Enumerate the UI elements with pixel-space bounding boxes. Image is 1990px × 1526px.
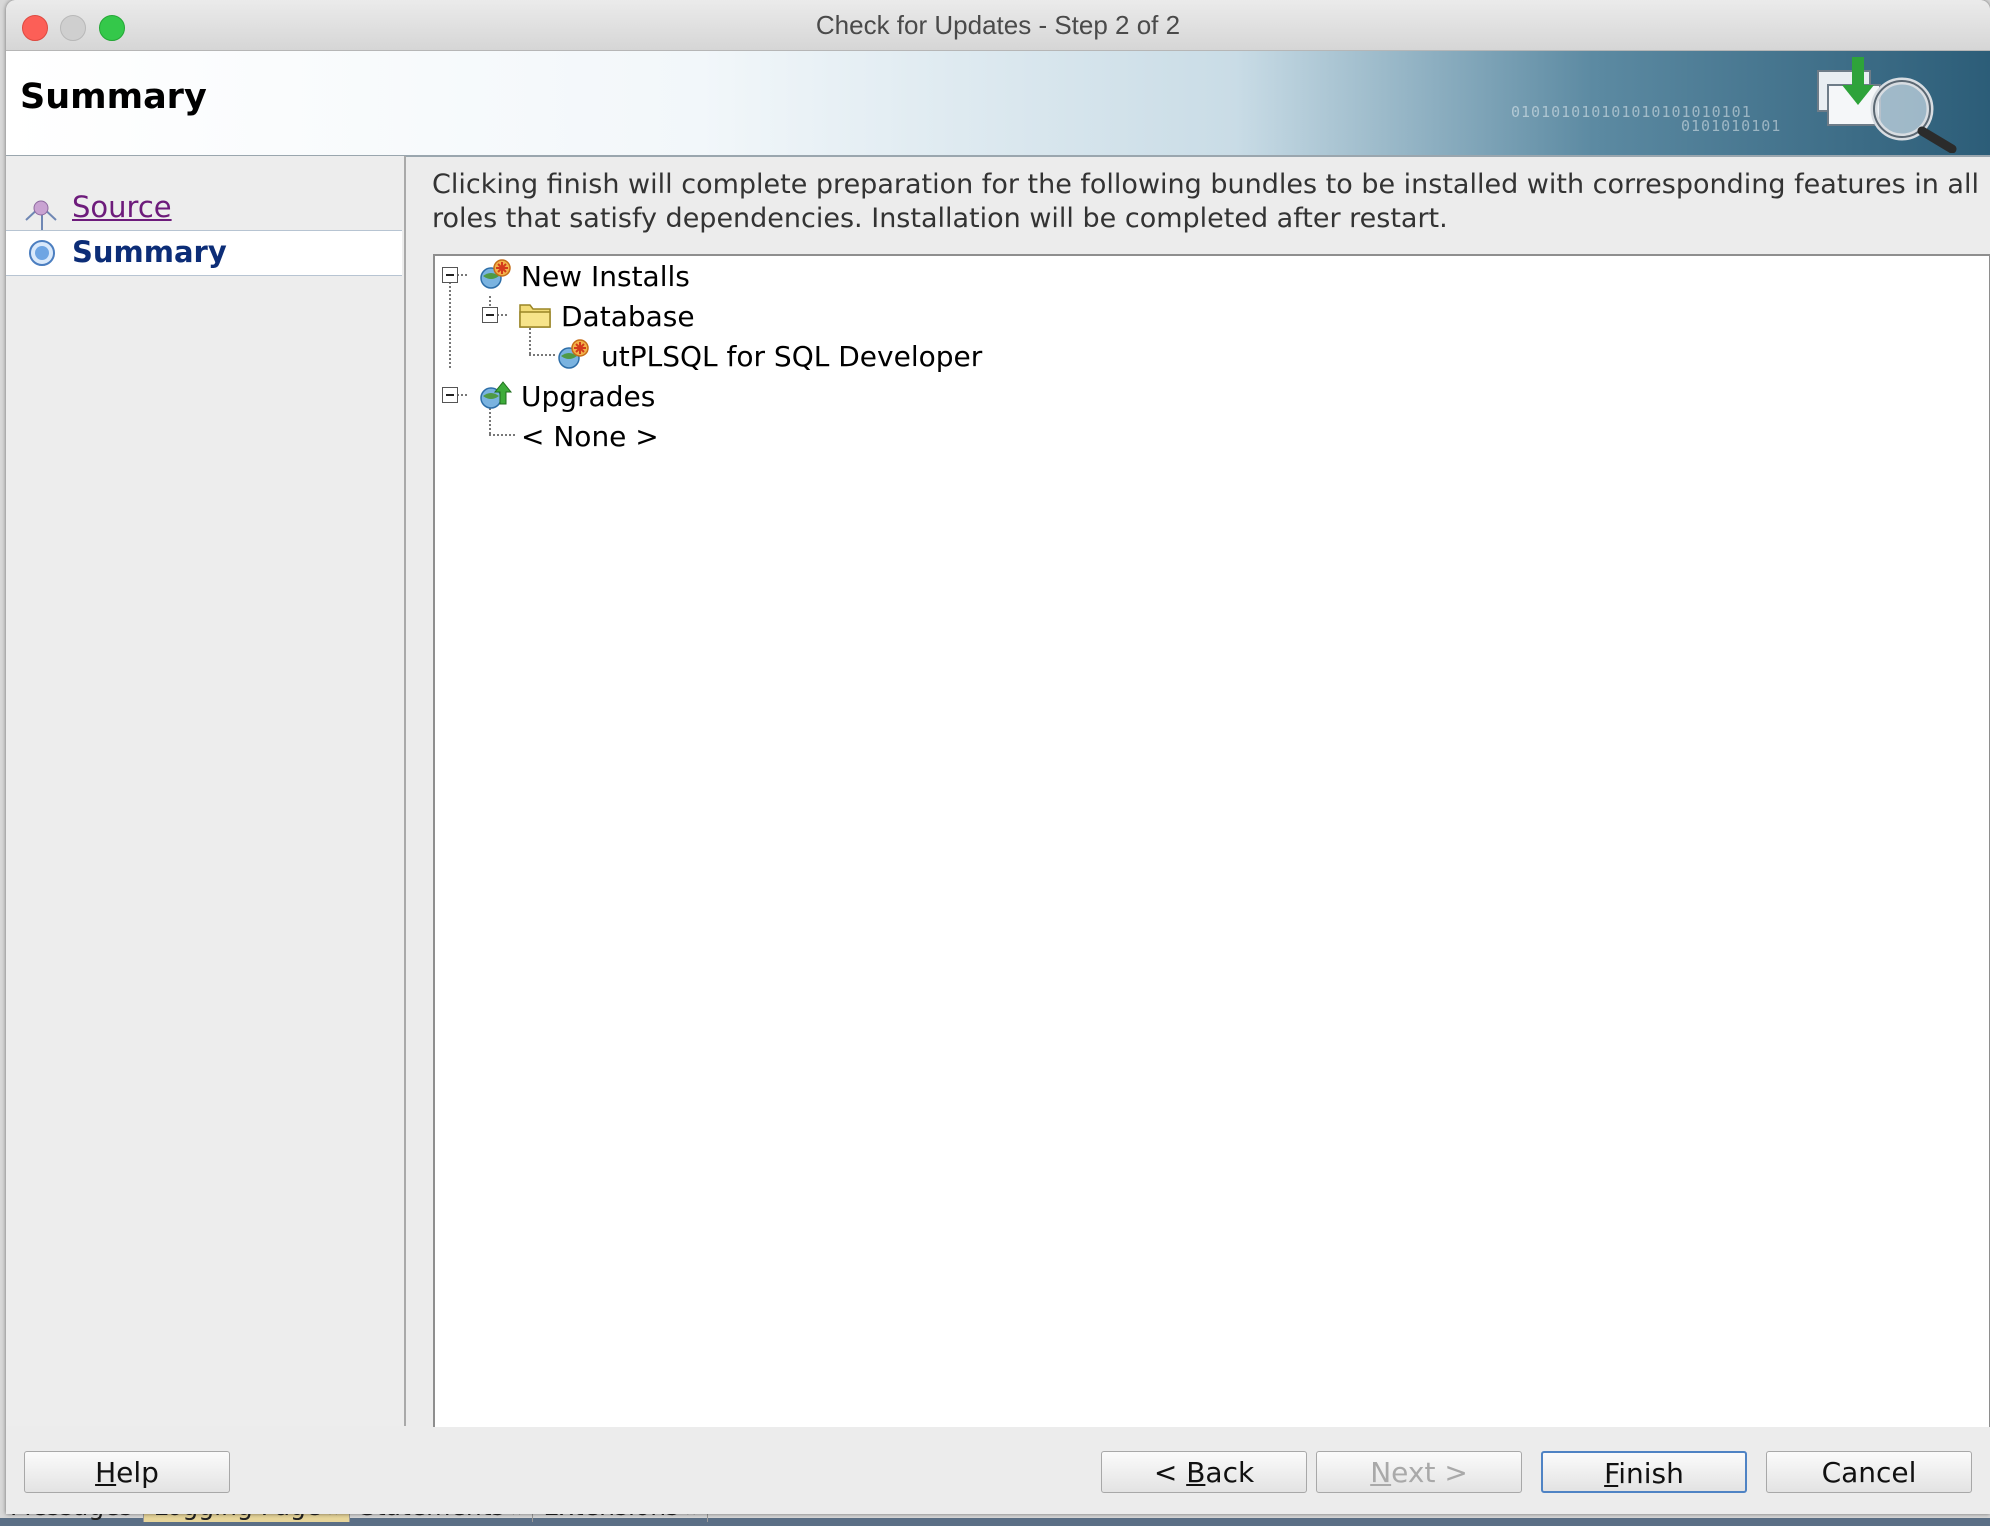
tree-node-label: Database — [561, 300, 695, 333]
title-bar[interactable]: Check for Updates - Step 2 of 2 — [6, 0, 1990, 51]
wizard-steps-panel: Source Summary — [6, 156, 406, 1426]
button-label: ext > — [1391, 1456, 1468, 1489]
mnemonic: N — [1370, 1456, 1392, 1489]
collapse-icon[interactable] — [442, 267, 458, 283]
current-step-icon — [29, 240, 55, 266]
back-button[interactable]: < Back — [1101, 1451, 1307, 1493]
tree-node-label: utPLSQL for SQL Developer — [601, 340, 983, 373]
step-summary[interactable]: Summary — [6, 230, 402, 276]
extension-bundle-icon — [558, 339, 589, 369]
button-label: inish — [1618, 1457, 1684, 1490]
button-label: ack — [1205, 1456, 1255, 1489]
button-label-prefix: < — [1153, 1456, 1187, 1489]
new-installs-icon — [480, 259, 511, 289]
mnemonic: F — [1604, 1457, 1619, 1490]
tree-node-upgrades[interactable]: Upgrades — [435, 376, 1035, 414]
finish-button[interactable]: Finish — [1541, 1451, 1747, 1493]
mnemonic: B — [1186, 1456, 1206, 1489]
step-label: Summary — [72, 235, 227, 269]
bundle-tree[interactable]: New Installs Database utPLSQL for SQL De… — [433, 254, 1990, 1430]
visited-step-icon — [25, 200, 57, 221]
upgrades-icon — [480, 381, 513, 409]
check-updates-magnifier-icon — [1817, 57, 1957, 153]
tree-node-label: Upgrades — [521, 380, 656, 413]
mnemonic: H — [95, 1456, 117, 1489]
help-button[interactable]: Help — [24, 1451, 230, 1493]
tree-node-utplsql[interactable]: utPLSQL for SQL Developer — [435, 336, 1135, 374]
wizard-header-banner: Summary 010101010101010101010101 0101010… — [6, 51, 1990, 157]
window-title: Check for Updates - Step 2 of 2 — [815, 10, 1181, 40]
wizard-button-bar: Help < Back Next > Finish Cancel — [6, 1427, 1990, 1514]
step-label[interactable]: Source — [72, 190, 172, 224]
check-for-updates-dialog: Check for Updates - Step 2 of 2 Summary … — [6, 0, 1990, 1514]
collapse-icon[interactable] — [442, 387, 458, 403]
tree-node-label: New Installs — [521, 260, 690, 293]
page-title: Summary — [20, 77, 207, 117]
tree-node-none[interactable]: < None > — [435, 416, 1035, 454]
folder-icon — [519, 304, 551, 328]
tree-node-database[interactable]: Database — [435, 296, 1035, 334]
binary-decoration: 010101010101010101010101 0101010101 — [1511, 103, 1781, 135]
next-button[interactable]: Next > — [1316, 1451, 1522, 1493]
summary-description: Clicking finish will complete preparatio… — [432, 169, 1979, 234]
binary-line: 0101010101 — [1681, 117, 1782, 135]
step-source[interactable]: Source — [6, 186, 402, 230]
tree-node-new-installs[interactable]: New Installs — [435, 256, 1035, 294]
button-label: elp — [116, 1456, 159, 1489]
tree-node-label: < None > — [521, 420, 659, 453]
cancel-button[interactable]: Cancel — [1766, 1451, 1972, 1493]
collapse-icon[interactable] — [482, 307, 498, 323]
summary-content: Clicking finish will complete preparatio… — [406, 156, 1990, 1430]
